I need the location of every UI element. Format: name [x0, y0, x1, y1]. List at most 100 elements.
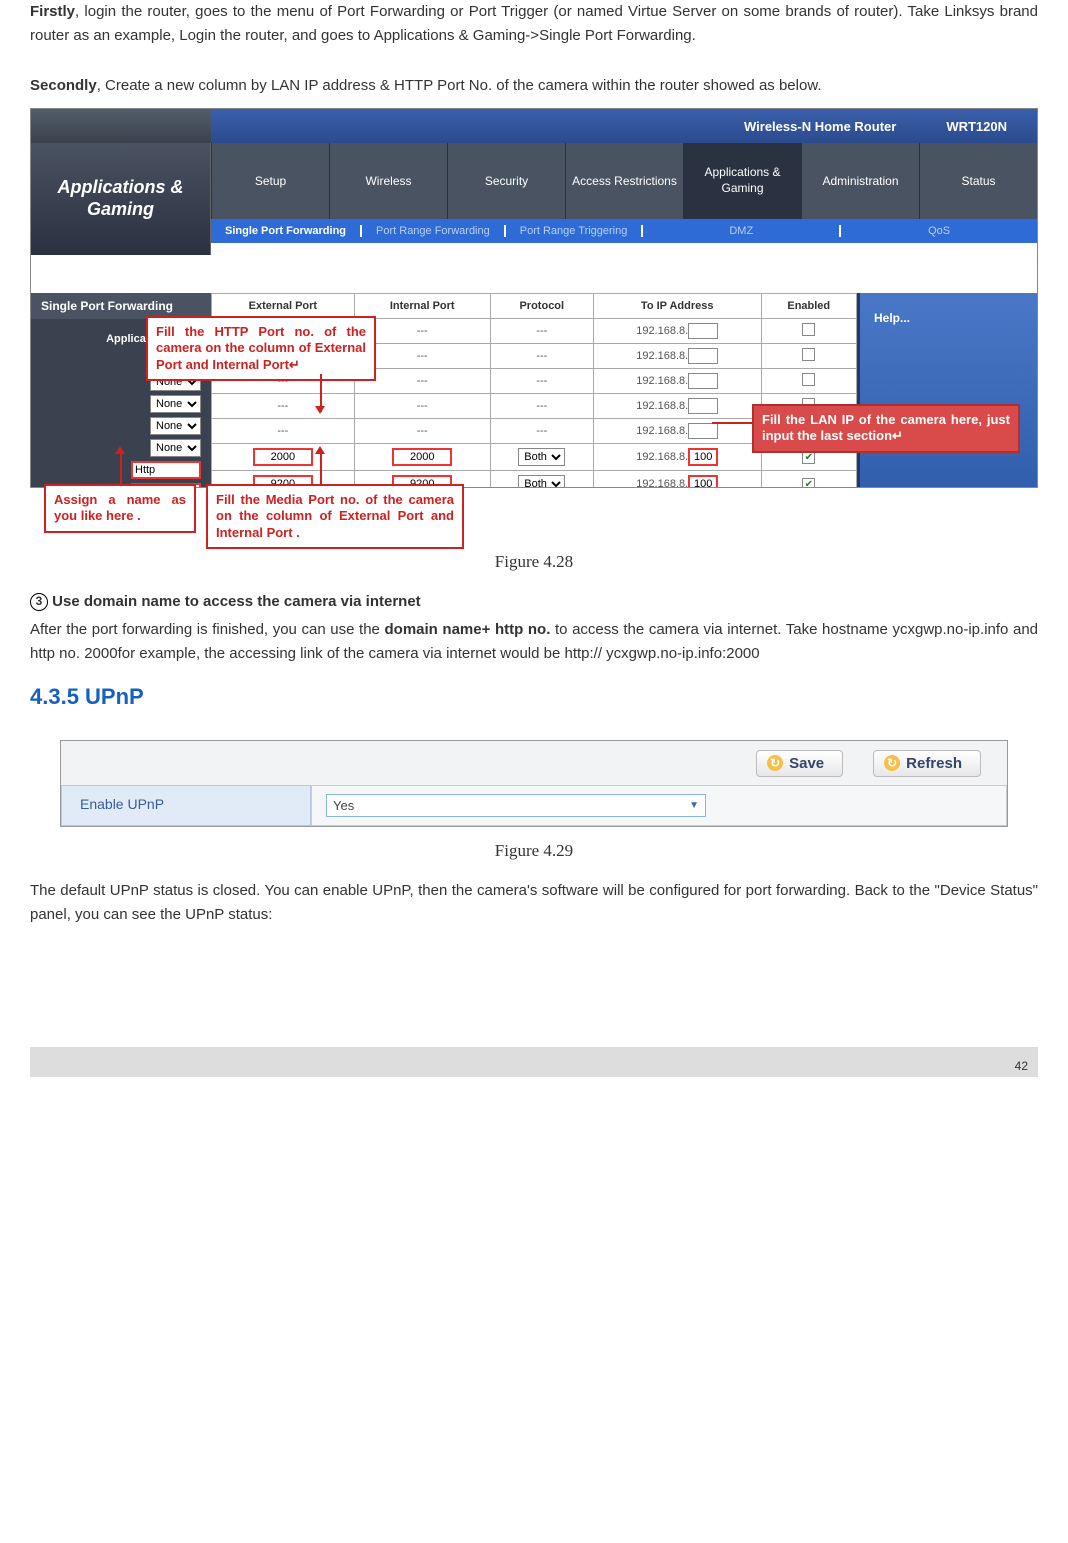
- cell: ---: [354, 419, 490, 444]
- heading-4-3-5: 4.3.5 UPnP: [30, 684, 1038, 710]
- ip-end-input[interactable]: [688, 398, 718, 414]
- cell: 192.168.8.: [593, 444, 761, 471]
- upnp-select[interactable]: Yes ▼: [326, 794, 706, 817]
- save-icon: ↻: [767, 755, 783, 771]
- cell: 192.168.8.: [593, 471, 761, 489]
- cell: 192.168.8.: [593, 344, 761, 369]
- refresh-button[interactable]: ↻ Refresh: [873, 750, 981, 777]
- figure-4-28-caption: Figure 4.28: [30, 552, 1038, 572]
- tab-security[interactable]: Security: [447, 143, 565, 219]
- subtab-port-range-trig[interactable]: Port Range Triggering: [506, 225, 644, 237]
- ip-end-http[interactable]: [688, 448, 718, 466]
- enabled-checkbox[interactable]: [802, 348, 815, 361]
- page-footer: 42: [30, 1047, 1038, 1077]
- enabled-checkbox[interactable]: [802, 478, 815, 489]
- callout-http-port: Fill the HTTP Port no. of the camera on …: [146, 316, 376, 381]
- upnp-label: Enable UPnP: [61, 785, 311, 826]
- circled-number-icon: 3: [30, 593, 48, 611]
- app-select-3[interactable]: None: [150, 395, 201, 413]
- ip-end-input[interactable]: [688, 373, 718, 389]
- tab-admin[interactable]: Administration: [801, 143, 919, 219]
- help-link[interactable]: Help...: [874, 311, 910, 325]
- int-port-http[interactable]: [392, 448, 452, 466]
- cell: [212, 444, 355, 471]
- step3-text-a: After the port forwarding is finished, y…: [30, 621, 385, 638]
- cell: [354, 444, 490, 471]
- cell: 192.168.8.: [593, 394, 761, 419]
- router-brand-row: Wireless-N Home Router WRT120N: [211, 109, 1037, 143]
- subtab-dmz[interactable]: DMZ: [643, 225, 841, 237]
- cell: ---: [490, 369, 593, 394]
- cell: ---: [490, 344, 593, 369]
- app-name-http[interactable]: [131, 461, 201, 479]
- step3-body: After the port forwarding is finished, y…: [30, 618, 1038, 666]
- subtab-qos[interactable]: QoS: [841, 225, 1037, 237]
- cell: ---: [490, 394, 593, 419]
- step3-title: Use domain name to access the camera via…: [48, 593, 421, 610]
- arrow-line: [120, 452, 122, 484]
- tab-setup[interactable]: Setup: [211, 143, 329, 219]
- cell: [761, 319, 856, 344]
- ip-end-input[interactable]: [688, 348, 718, 364]
- router-brand: Wireless-N Home Router: [744, 119, 896, 134]
- ip-end-input[interactable]: [688, 323, 718, 339]
- page-number: 42: [1015, 1059, 1028, 1073]
- save-button[interactable]: ↻ Save: [756, 750, 843, 777]
- step3-bold: domain name+ http no.: [385, 621, 551, 638]
- router-figure-wrapper: Applications & Gaming Wireless-N Home Ro…: [30, 108, 1038, 538]
- tab-security-label: Security: [485, 174, 528, 188]
- router-model: WRT120N: [946, 119, 1007, 134]
- callout-name: Assign a name as you like here .: [44, 484, 196, 533]
- enabled-checkbox[interactable]: [802, 323, 815, 336]
- app-select-4[interactable]: None: [150, 417, 201, 435]
- cell: 192.168.8.: [593, 369, 761, 394]
- enabled-checkbox[interactable]: [802, 373, 815, 386]
- secondly-text: , Create a new column by LAN IP address …: [97, 77, 822, 94]
- tab-setup-label: Setup: [255, 174, 286, 188]
- subtab-port-range-fwd[interactable]: Port Range Forwarding: [362, 225, 506, 237]
- arrowhead-icon: [115, 446, 125, 454]
- arrow-line: [320, 452, 322, 484]
- router-right-header: Wireless-N Home Router WRT120N Setup Wir…: [211, 109, 1037, 219]
- tab-access[interactable]: Access Restrictions: [565, 143, 683, 219]
- firstly-text: , login the router, goes to the menu of …: [30, 3, 1038, 44]
- upnp-paragraph: The default UPnP status is closed. You c…: [30, 879, 1038, 927]
- col-int-port: Internal Port: [354, 294, 490, 319]
- cell: ---: [490, 319, 593, 344]
- ip-end-media[interactable]: [688, 475, 718, 488]
- tab-access-label: Access Restrictions: [572, 174, 677, 188]
- tab-status[interactable]: Status: [919, 143, 1037, 219]
- tab-apps-gaming[interactable]: Applications & Gaming: [683, 143, 801, 219]
- cell: Both: [490, 444, 593, 471]
- tab-wireless[interactable]: Wireless: [329, 143, 447, 219]
- cell: [761, 344, 856, 369]
- proto-select[interactable]: Both: [518, 448, 565, 466]
- subtab-single-port[interactable]: Single Port Forwarding: [211, 225, 362, 237]
- secondly-bold: Secondly: [30, 77, 97, 94]
- refresh-label: Refresh: [906, 755, 962, 772]
- app-select-5[interactable]: None: [150, 439, 201, 457]
- router-nav-row: Setup Wireless Security Access Restricti…: [211, 143, 1037, 219]
- cell: Both: [490, 471, 593, 489]
- save-label: Save: [789, 755, 824, 772]
- step3-heading: 3 Use domain name to access the camera v…: [30, 590, 1038, 614]
- tab-wireless-label: Wireless: [365, 174, 411, 188]
- arrowhead-icon: [315, 446, 325, 454]
- upnp-row: Enable UPnP Yes ▼: [61, 785, 1007, 826]
- cell: [761, 369, 856, 394]
- ip-end-input[interactable]: [688, 423, 718, 439]
- cell: ---: [490, 419, 593, 444]
- proto-select[interactable]: Both: [518, 475, 565, 488]
- callout-lan-ip: Fill the LAN IP of the camera here, just…: [752, 404, 1020, 453]
- upnp-toolbar: ↻ Save ↻ Refresh: [61, 741, 1007, 785]
- paragraph-firstly: Firstly, login the router, goes to the m…: [30, 0, 1038, 48]
- firstly-bold: Firstly: [30, 3, 75, 20]
- figure-4-29-caption: Figure 4.29: [30, 841, 1038, 861]
- cell: ---: [354, 394, 490, 419]
- upnp-figure: ↻ Save ↻ Refresh Enable UPnP Yes ▼: [60, 740, 1008, 827]
- arrowhead-icon: [315, 406, 325, 414]
- col-enabled: Enabled: [761, 294, 856, 319]
- ext-port-http[interactable]: [253, 448, 313, 466]
- table-header-row: External Port Internal Port Protocol To …: [212, 294, 857, 319]
- cell: [761, 471, 856, 489]
